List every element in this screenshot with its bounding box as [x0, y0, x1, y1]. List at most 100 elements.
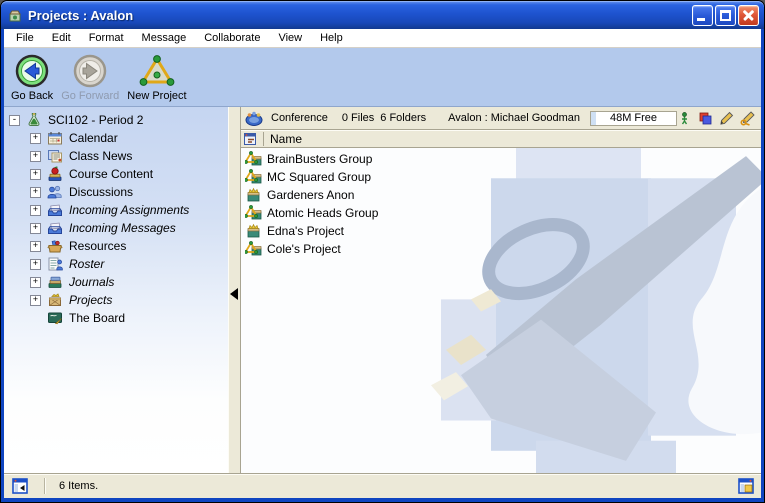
go-forward-icon: [72, 53, 108, 89]
collapse-expander[interactable]: -: [9, 115, 20, 126]
menu-message[interactable]: Message: [133, 30, 196, 47]
expand-expander[interactable]: +: [30, 205, 41, 216]
tree-item-label: Incoming Messages: [69, 221, 176, 235]
list-item-brainbusters[interactable]: BrainBusters Group: [241, 150, 761, 168]
expand-expander[interactable]: +: [30, 169, 41, 180]
menu-help[interactable]: Help: [311, 30, 352, 47]
course-content-icon: [47, 166, 63, 182]
maximize-button[interactable]: [715, 5, 736, 26]
list-item-label: Gardeners Anon: [267, 188, 354, 202]
items-count-label: 6 Items.: [59, 480, 738, 492]
tree-item-incoming-messages[interactable]: + Incoming Messages: [4, 219, 228, 237]
tree-item-label: Discussions: [69, 185, 133, 199]
tree-item-discussions[interactable]: + Discussions: [4, 183, 228, 201]
minimize-button[interactable]: [692, 5, 713, 26]
close-button[interactable]: [738, 5, 759, 26]
tree-item-roster[interactable]: + Roster: [4, 255, 228, 273]
files-count: 0 Files: [342, 112, 374, 124]
conference-pane: Conference 0 Files 6 Folders Avalon : Mi…: [241, 107, 761, 473]
menu-file[interactable]: File: [7, 30, 43, 47]
pencil-icon[interactable]: [719, 111, 734, 126]
name-column-header[interactable]: Name: [241, 130, 761, 148]
panel-splitter[interactable]: [228, 107, 241, 473]
project-crown-icon: [245, 223, 262, 239]
menu-edit[interactable]: Edit: [43, 30, 80, 47]
pencil-key-icon[interactable]: [740, 111, 755, 126]
conference-info-bar: Conference 0 Files 6 Folders Avalon : Mi…: [241, 107, 761, 130]
list-item-ednas-project[interactable]: Edna's Project: [241, 222, 761, 240]
tree-item-label: Journals: [69, 275, 114, 289]
menu-view[interactable]: View: [269, 30, 311, 47]
expand-expander[interactable]: +: [30, 223, 41, 234]
tree-item-course-content[interactable]: + Course Content: [4, 165, 228, 183]
conference-icon: [245, 110, 263, 126]
server-user-label: Avalon : Michael Goodman: [448, 112, 580, 124]
go-forward-label: Go Forward: [61, 90, 119, 102]
person-icon[interactable]: [677, 111, 692, 126]
tree-item-projects[interactable]: + Projects: [4, 291, 228, 309]
tree-item-incoming-assignments[interactable]: + Incoming Assignments: [4, 201, 228, 219]
board-icon: [47, 310, 63, 326]
go-back-icon: [14, 53, 50, 89]
tree-item-label: Course Content: [69, 167, 153, 181]
toggle-summary-pane-icon[interactable]: [738, 478, 755, 495]
new-project-button[interactable]: New Project: [127, 53, 186, 102]
expand-expander[interactable]: +: [30, 133, 41, 144]
tree-item-label: Incoming Assignments: [69, 203, 189, 217]
header-separator: [263, 132, 264, 146]
menu-collaborate[interactable]: Collaborate: [195, 30, 269, 47]
expand-expander[interactable]: +: [30, 151, 41, 162]
tree-item-label: The Board: [69, 311, 125, 325]
tree-item-calendar[interactable]: + Calendar: [4, 129, 228, 147]
expand-expander[interactable]: +: [30, 241, 41, 252]
minimize-icon: [697, 18, 705, 21]
roster-icon: [47, 256, 63, 272]
status-separator: [44, 478, 45, 494]
tree-item-label: Projects: [69, 293, 112, 307]
used-space-bar: [591, 112, 596, 125]
tree-item-label: Roster: [69, 257, 104, 271]
project-crown-icon: [245, 187, 262, 203]
projects-icon: [47, 292, 63, 308]
free-space-label: 48M Free: [610, 112, 657, 124]
tree-item-resources[interactable]: + Resources: [4, 237, 228, 255]
list-item-coles-project[interactable]: Cole's Project: [241, 240, 761, 258]
tree-item-label: Class News: [69, 149, 132, 163]
list-item-label: BrainBusters Group: [267, 152, 372, 166]
inbox-icon: [47, 220, 63, 236]
tree-item-journals[interactable]: + Journals: [4, 273, 228, 291]
list-item-gardeners-anon[interactable]: Gardeners Anon: [241, 186, 761, 204]
go-back-button[interactable]: Go Back: [11, 53, 53, 102]
panel-collapse-icon: [12, 478, 29, 495]
tree-panel: - SCI102 - Period 2 +: [4, 107, 228, 473]
folders-count: 6 Folders: [380, 112, 426, 124]
toggle-tree-panel-button[interactable]: [10, 478, 44, 495]
new-project-icon: [139, 53, 175, 89]
resources-icon: [47, 238, 63, 254]
conference-list-area: BrainBusters Group MC Square: [241, 148, 761, 473]
go-back-label: Go Back: [11, 90, 53, 102]
tree-item-label: Calendar: [69, 131, 118, 145]
app-window: Projects : Avalon File Edit Format Messa…: [0, 0, 765, 503]
tree-item-class-news[interactable]: + Class News: [4, 147, 228, 165]
list-item-label: MC Squared Group: [267, 170, 371, 184]
expand-expander[interactable]: +: [30, 187, 41, 198]
titlebar: Projects : Avalon: [1, 1, 764, 29]
list-item-mc-squared[interactable]: MC Squared Group: [241, 168, 761, 186]
menu-format[interactable]: Format: [80, 30, 133, 47]
tree-root-sci102[interactable]: - SCI102 - Period 2: [4, 111, 228, 129]
sort-view-icon: [244, 133, 258, 146]
expand-expander[interactable]: +: [30, 295, 41, 306]
project-triangle-icon: [245, 151, 262, 167]
name-header-label: Name: [270, 132, 302, 146]
expand-expander[interactable]: +: [30, 277, 41, 288]
go-forward-button[interactable]: Go Forward: [61, 53, 119, 102]
project-triangle-icon: [245, 205, 262, 221]
tree-item-the-board[interactable]: The Board: [4, 309, 228, 327]
maximize-icon: [720, 10, 731, 21]
main-area: - SCI102 - Period 2 +: [4, 107, 761, 473]
list-item-atomic-heads[interactable]: Atomic Heads Group: [241, 204, 761, 222]
layers-icon[interactable]: [698, 111, 713, 126]
collapse-panel-arrow-icon[interactable]: [230, 288, 238, 300]
expand-expander[interactable]: +: [30, 259, 41, 270]
